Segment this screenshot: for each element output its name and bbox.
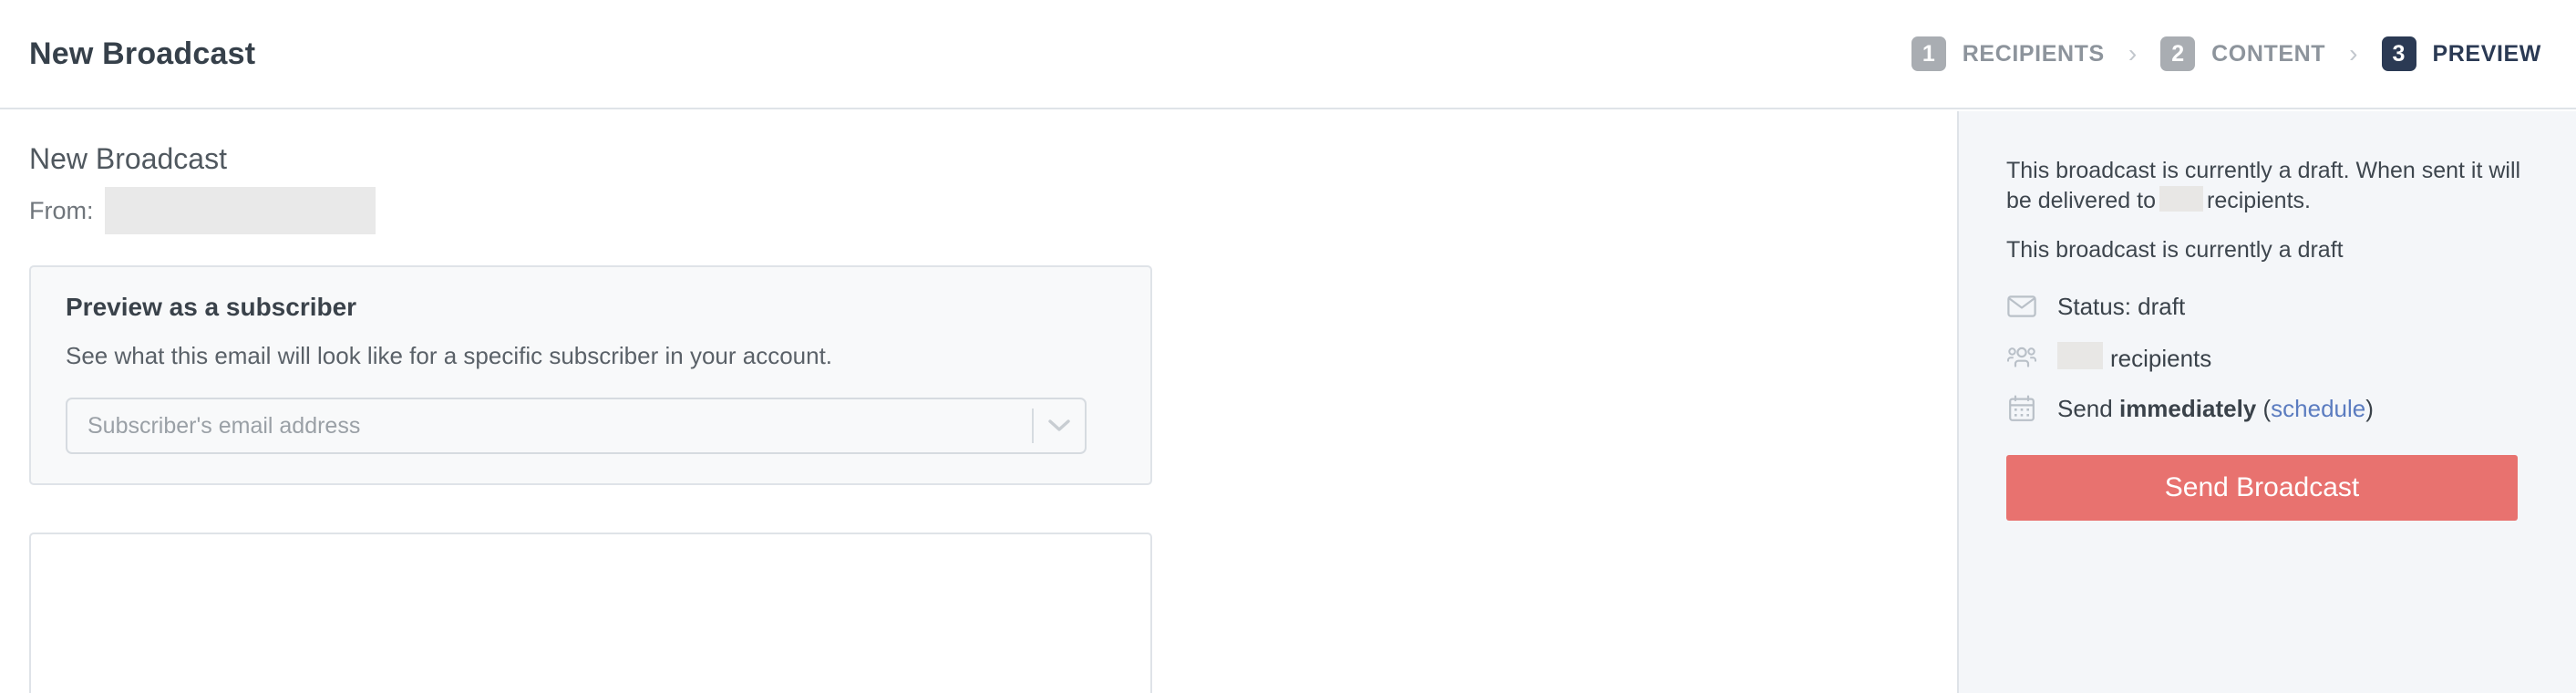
preview-card-description: See what this email will look like for a… xyxy=(66,342,833,369)
send-prefix-label: Send xyxy=(2057,394,2113,422)
recipients-row: recipients xyxy=(2006,342,2540,373)
step-content[interactable]: 2 CONTENT xyxy=(2160,36,2325,71)
schedule-link[interactable]: schedule xyxy=(2271,395,2365,422)
page-title: New Broadcast xyxy=(29,36,256,71)
draft-notice-text-2: recipients. xyxy=(2207,187,2311,213)
from-label: From: xyxy=(29,196,94,224)
step-preview[interactable]: 3 PREVIEW xyxy=(2381,36,2542,71)
step-separator-icon-2: › xyxy=(2349,39,2358,67)
step-content-label: CONTENT xyxy=(2211,40,2326,67)
step-recipients-label: RECIPIENTS xyxy=(1962,40,2105,67)
calendar-icon xyxy=(2006,393,2037,424)
users-group-icon xyxy=(2006,342,2037,373)
page-header: New Broadcast 1 RECIPIENTS › 2 CONTENT ›… xyxy=(0,0,2576,109)
email-preview-frame xyxy=(29,533,1152,693)
preview-card-title: Preview as a subscriber xyxy=(66,293,357,321)
status-text: Status: draft xyxy=(2057,292,2186,320)
step-recipients[interactable]: 1 RECIPIENTS xyxy=(1911,36,2105,71)
schedule-close-paren: ) xyxy=(2365,394,2374,422)
step-wizard-nav: 1 RECIPIENTS › 2 CONTENT › 3 PREVIEW xyxy=(1911,36,2541,71)
from-value-redacted xyxy=(104,187,376,234)
broadcast-name-heading: New Broadcast xyxy=(29,142,227,175)
preview-as-subscriber-card: Preview as a subscriber See what this em… xyxy=(29,265,1152,485)
send-time-row: Send immediately (schedule) xyxy=(2006,393,2540,424)
step-content-badge: 2 xyxy=(2160,36,2196,71)
recipient-count-redacted xyxy=(2057,342,2103,369)
status-row: Status: draft xyxy=(2006,291,2540,322)
broadcast-preview-page: New Broadcast 1 RECIPIENTS › 2 CONTENT ›… xyxy=(0,0,2576,693)
recipients-text: recipients xyxy=(2057,342,2211,373)
step-preview-badge: 3 xyxy=(2381,36,2416,71)
broadcast-summary-sidebar: This broadcast is currently a draft. Whe… xyxy=(1959,111,2576,693)
step-preview-label: PREVIEW xyxy=(2432,40,2541,67)
envelope-icon xyxy=(2006,291,2037,322)
send-time-text: Send immediately (schedule) xyxy=(2057,395,2374,423)
step-recipients-badge: 1 xyxy=(1911,36,1946,71)
draft-status-line: This broadcast is currently a draft xyxy=(2006,237,2344,263)
send-broadcast-button[interactable]: Send Broadcast xyxy=(2006,455,2518,521)
page-body: New Broadcast From: Preview as a subscri… xyxy=(0,111,2576,693)
step-separator-icon-1: › xyxy=(2128,39,2138,67)
schedule-open-paren: ( xyxy=(2262,394,2272,422)
draft-notice: This broadcast is currently a draft. Whe… xyxy=(2006,157,2540,215)
send-mode-label: immediately xyxy=(2118,394,2257,422)
recipient-count-redacted-inline xyxy=(2159,185,2204,212)
chevron-down-icon[interactable] xyxy=(1034,399,1085,452)
subscriber-email-select[interactable]: Subscriber's email address xyxy=(66,398,1087,454)
subscriber-email-placeholder: Subscriber's email address xyxy=(88,412,361,439)
main-content-column: New Broadcast From: Preview as a subscri… xyxy=(0,111,1959,693)
recipients-label: recipients xyxy=(2110,345,2212,372)
from-row: From: xyxy=(29,187,1957,234)
